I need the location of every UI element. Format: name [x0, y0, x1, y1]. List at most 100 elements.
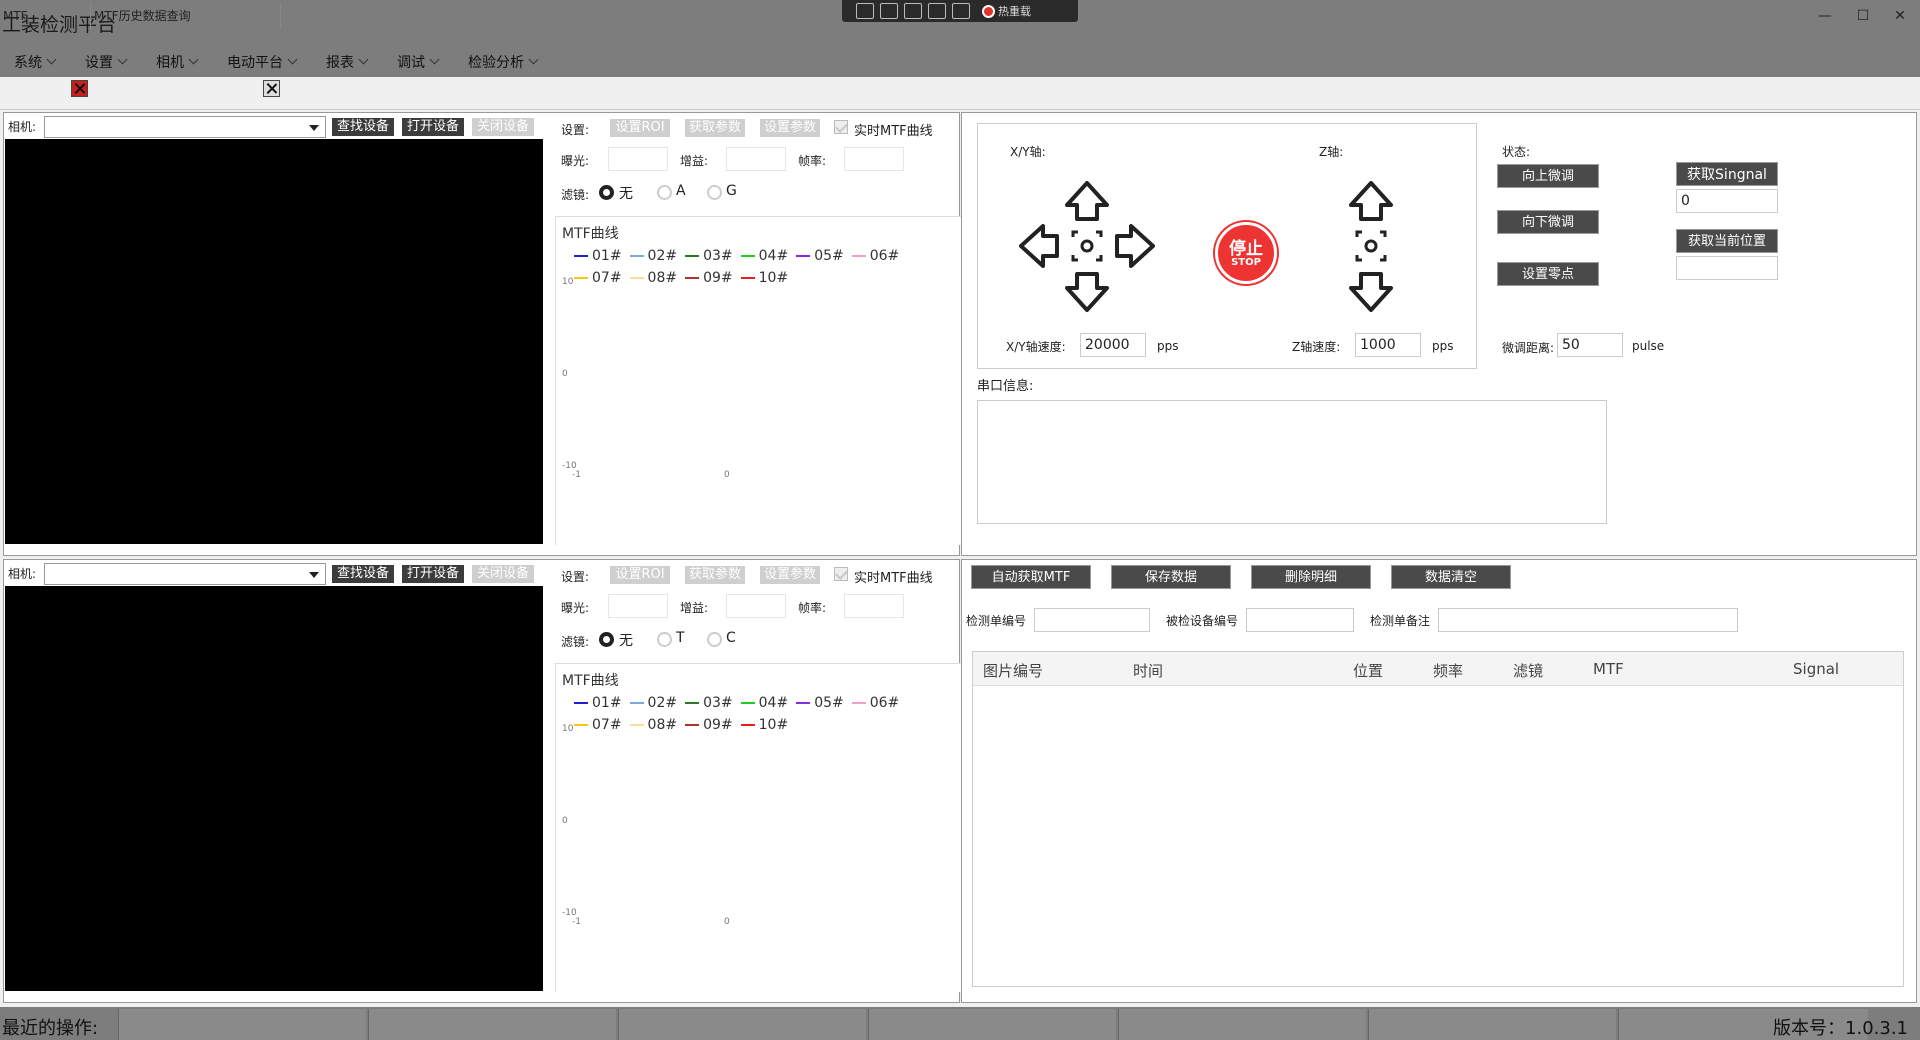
exposure-input[interactable]	[608, 147, 668, 171]
delete-detail-button[interactable]: 删除明细	[1251, 565, 1371, 589]
z-up-arrow-icon[interactable]	[1349, 181, 1393, 221]
filter-c-label: C	[726, 630, 736, 646]
tab-label: MTF历史数据查询	[94, 9, 191, 23]
filter-radio-t[interactable]	[657, 632, 672, 647]
filter-label: 滤镜:	[561, 635, 590, 649]
camera-select[interactable]	[44, 116, 326, 138]
set-roi-button[interactable]: 设置ROI	[610, 566, 670, 584]
filter-radio-none[interactable]	[599, 185, 614, 200]
tab-mtf[interactable]: MTF	[0, 3, 91, 29]
col-mtf[interactable]: MTF	[1593, 660, 1624, 678]
col-frequency[interactable]: 频率	[1433, 660, 1463, 681]
remark-input[interactable]	[1438, 608, 1738, 632]
open-device-button[interactable]: 打开设备	[402, 118, 464, 136]
hot-reload-button[interactable]: 热重载	[982, 3, 1031, 19]
track-focus-icon[interactable]	[928, 3, 946, 19]
col-position[interactable]: 位置	[1353, 660, 1383, 681]
menu-system[interactable]: 系统	[14, 52, 57, 72]
camera-label: 相机:	[8, 120, 37, 134]
close-device-button[interactable]: 关闭设备	[472, 565, 534, 583]
menu-settings[interactable]: 设置	[85, 52, 128, 72]
chevron-down-icon	[358, 54, 369, 65]
status-bar: 最近的操作: 版本号：1.0.3.1	[0, 1007, 1920, 1040]
chevron-down-icon	[309, 125, 319, 131]
get-params-button[interactable]: 获取参数	[685, 119, 745, 137]
exposure-input[interactable]	[608, 594, 668, 618]
stop-button[interactable]: 停止 STOP	[1215, 222, 1277, 284]
xy-up-arrow-icon[interactable]	[1065, 181, 1109, 221]
xy-right-arrow-icon[interactable]	[1115, 224, 1155, 268]
xy-speed-input[interactable]: 20000	[1080, 333, 1146, 357]
xy-speed-label: X/Y轴速度:	[1006, 340, 1066, 354]
xy-home-icon[interactable]	[1071, 230, 1103, 262]
menu-debug[interactable]: 调试	[397, 52, 440, 72]
gain-input[interactable]	[726, 147, 786, 171]
filter-radio-c[interactable]	[707, 632, 722, 647]
maximize-button[interactable]: ☐	[1843, 4, 1883, 28]
set-roi-button[interactable]: 设置ROI	[610, 119, 670, 137]
order-no-label: 检测单编号	[966, 614, 1027, 628]
save-data-button[interactable]: 保存数据	[1111, 565, 1231, 589]
xy-down-arrow-icon[interactable]	[1065, 272, 1109, 312]
layout-adorner-icon[interactable]	[904, 3, 922, 19]
camera-select[interactable]	[44, 563, 326, 585]
select-element-icon[interactable]	[880, 3, 898, 19]
clear-data-button[interactable]: 数据清空	[1391, 565, 1511, 589]
down-adjust-button[interactable]: 向下微调	[1497, 210, 1599, 234]
xy-left-arrow-icon[interactable]	[1019, 224, 1059, 268]
status-cell	[1118, 1009, 1366, 1040]
gain-input[interactable]	[726, 594, 786, 618]
filter-radio-g[interactable]	[707, 185, 722, 200]
filter-radio-none[interactable]	[599, 632, 614, 647]
auto-mtf-button[interactable]: 自动获取MTF	[971, 565, 1091, 589]
tab-mtf-history[interactable]: MTF历史数据查询	[91, 3, 281, 29]
menu-camera[interactable]: 相机	[156, 52, 199, 72]
menu-motor-platform[interactable]: 电动平台	[227, 52, 298, 72]
y-tick-label: 0	[562, 816, 568, 826]
close-button[interactable]: ✕	[1880, 4, 1920, 28]
realtime-mtf-checkbox[interactable]	[834, 567, 848, 581]
data-grid[interactable]: 图片编号 时间 位置 频率 滤镜 MTF Signal	[972, 651, 1904, 987]
chevron-down-icon	[287, 54, 298, 65]
serial-info-textarea[interactable]	[977, 400, 1607, 524]
close-device-button[interactable]: 关闭设备	[472, 118, 534, 136]
col-time[interactable]: 时间	[1133, 660, 1163, 681]
tab-mtf-close-icon[interactable]	[71, 80, 88, 97]
framerate-input[interactable]	[844, 147, 904, 171]
filter-radio-a[interactable]	[657, 185, 672, 200]
get-params-button[interactable]: 获取参数	[685, 566, 745, 584]
z-home-icon[interactable]	[1355, 230, 1387, 262]
z-speed-input[interactable]: 1000	[1355, 333, 1421, 357]
minimize-button[interactable]: —	[1805, 4, 1845, 28]
up-adjust-button[interactable]: 向上微调	[1497, 164, 1599, 188]
col-image-no[interactable]: 图片编号	[983, 660, 1043, 681]
order-no-input[interactable]	[1034, 608, 1150, 632]
menu-analysis[interactable]: 检验分析	[468, 52, 539, 72]
tab-mtf-history-close-icon[interactable]	[263, 80, 280, 97]
realtime-mtf-checkbox[interactable]	[834, 120, 848, 134]
set-params-button[interactable]: 设置参数	[760, 119, 820, 137]
menu-label: 检验分析	[468, 54, 524, 71]
get-signal-button[interactable]: 获取Singnal	[1676, 162, 1778, 186]
z-down-arrow-icon[interactable]	[1349, 272, 1393, 312]
menu-label: 相机	[156, 54, 184, 71]
y-tick-label: 0	[562, 369, 568, 379]
inspect-icon[interactable]	[856, 3, 874, 19]
signal-value-input[interactable]: 0	[1676, 189, 1778, 213]
col-signal[interactable]: Signal	[1793, 660, 1839, 678]
menu-label: 调试	[397, 54, 425, 71]
device-no-input[interactable]	[1246, 608, 1354, 632]
data-panel: 自动获取MTF 保存数据 删除明细 数据清空 检测单编号 被检设备编号 检测单备…	[961, 559, 1917, 1003]
fine-distance-input[interactable]: 50	[1557, 333, 1623, 357]
position-value-input[interactable]	[1676, 256, 1778, 280]
open-device-button[interactable]: 打开设备	[402, 565, 464, 583]
set-zero-button[interactable]: 设置零点	[1497, 262, 1599, 286]
binding-failures-icon[interactable]	[952, 3, 970, 19]
framerate-input[interactable]	[844, 594, 904, 618]
set-params-button[interactable]: 设置参数	[760, 566, 820, 584]
col-filter[interactable]: 滤镜	[1513, 660, 1543, 681]
get-position-button[interactable]: 获取当前位置	[1676, 229, 1778, 253]
find-device-button[interactable]: 查找设备	[332, 565, 394, 583]
menu-report[interactable]: 报表	[326, 52, 369, 72]
find-device-button[interactable]: 查找设备	[332, 118, 394, 136]
